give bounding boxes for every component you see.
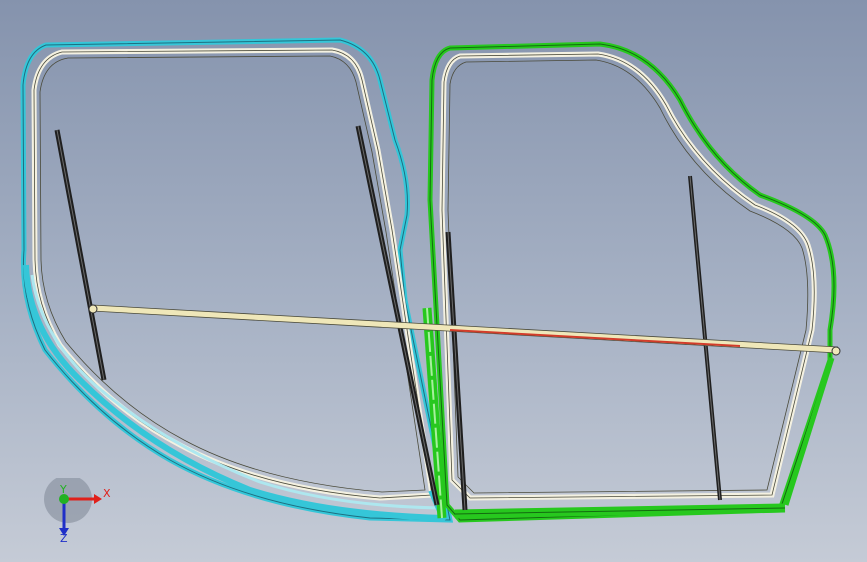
x-axis-arrowhead (94, 494, 102, 504)
x-axis-label: X (103, 487, 111, 500)
cross-beam-highlight (449, 329, 741, 347)
cross-beam[interactable] (88, 304, 841, 356)
z-axis-label: Z (60, 532, 68, 545)
door-frame-model[interactable] (0, 0, 867, 562)
cad-viewport[interactable]: X Y Z (0, 0, 867, 562)
y-axis-label: Y (60, 483, 67, 496)
right-door-frame[interactable] (422, 41, 837, 523)
